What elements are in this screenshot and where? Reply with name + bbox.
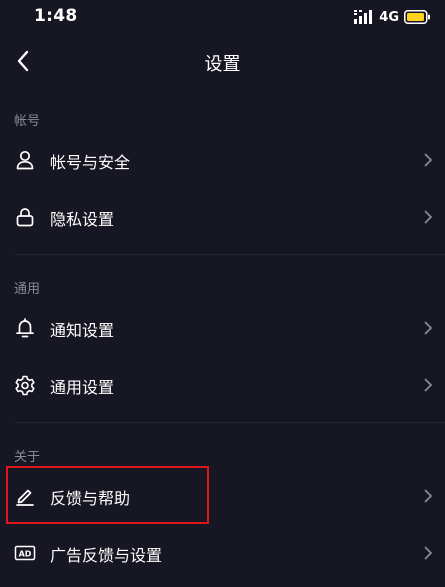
- row-label: 隐私设置: [50, 210, 115, 229]
- row-account-security[interactable]: 帐号与安全: [0, 132, 445, 188]
- row-label: 反馈与帮助: [50, 489, 131, 508]
- row-label: 通用设置: [50, 378, 115, 397]
- row-label: 广告反馈与设置: [50, 546, 163, 565]
- status-indicators: 4G: [354, 8, 431, 26]
- section-header-general: 通用: [14, 282, 41, 297]
- row-label: 帐号与安全: [50, 153, 131, 172]
- chevron-right-icon: [424, 378, 432, 392]
- network-type: 4G: [379, 9, 399, 25]
- chevron-right-icon: [424, 546, 432, 560]
- bell-icon: [16, 318, 34, 338]
- signal-icon: [354, 10, 373, 24]
- edit-icon: [16, 489, 34, 506]
- section-divider: [14, 254, 445, 255]
- battery-icon: [404, 10, 430, 24]
- nav-bar: 设置: [0, 34, 445, 90]
- row-general-settings[interactable]: 通用设置: [0, 357, 445, 413]
- status-time: 1:48: [34, 6, 78, 26]
- row-notification-settings[interactable]: 通知设置: [0, 300, 445, 356]
- row-privacy-settings[interactable]: 隐私设置: [0, 189, 445, 245]
- user-icon: [16, 150, 34, 170]
- chevron-right-icon: [424, 153, 432, 167]
- section-divider: [14, 422, 445, 423]
- row-label: 通知设置: [50, 321, 115, 340]
- section-header-account: 帐号: [14, 114, 41, 129]
- chevron-right-icon: [424, 210, 432, 224]
- chevron-right-icon: [424, 321, 432, 335]
- row-ad-feedback-settings[interactable]: AD 广告反馈与设置: [0, 525, 445, 581]
- gear-icon: [15, 375, 35, 396]
- status-bar: 1:48 4G: [0, 0, 445, 34]
- section-header-about: 关于: [14, 450, 41, 465]
- svg-text:AD: AD: [19, 550, 32, 559]
- lock-icon: [16, 208, 34, 227]
- chevron-right-icon: [424, 489, 432, 503]
- page-title: 设置: [204, 54, 241, 75]
- row-feedback-help[interactable]: 反馈与帮助: [0, 468, 445, 524]
- ad-icon: AD: [14, 545, 36, 561]
